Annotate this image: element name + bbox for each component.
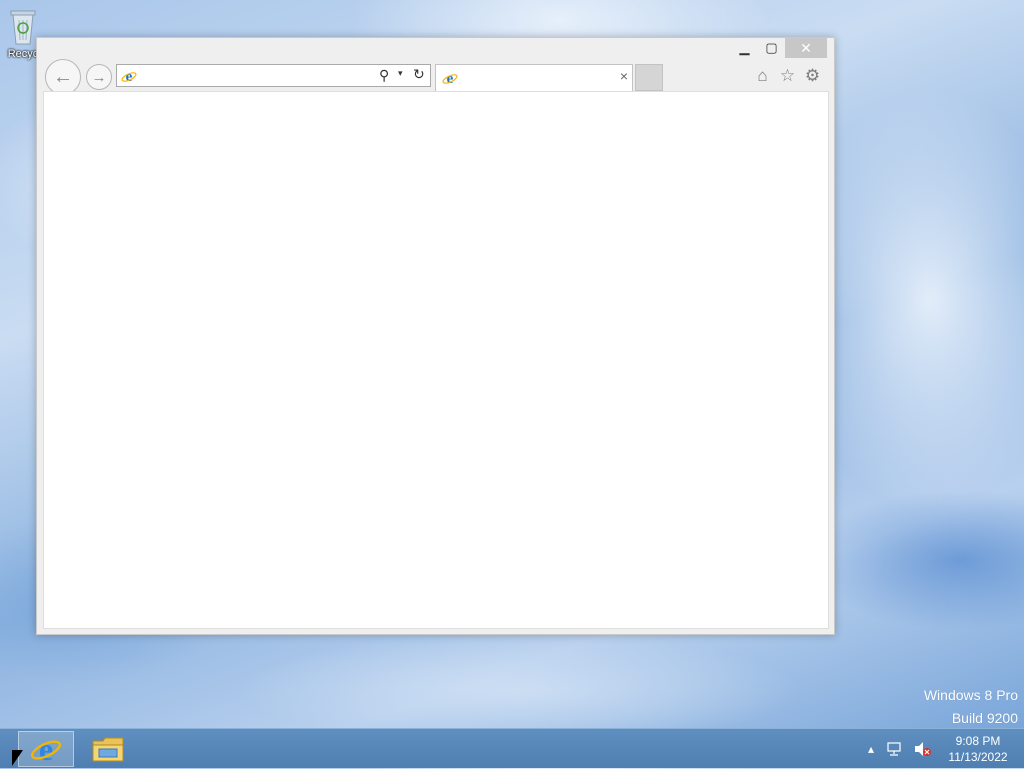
windows-watermark: Windows 8 Pro Build 9200: [924, 684, 1018, 730]
tab-favicon-icon: e: [442, 71, 458, 86]
minimize-button[interactable]: ▁: [731, 38, 758, 58]
refresh-icon[interactable]: ↻: [413, 66, 425, 83]
show-hidden-icons-button[interactable]: ▴: [868, 742, 874, 756]
watermark-edition: Windows 8 Pro: [923, 687, 1018, 703]
taskbar: e ▴ 9:08 PM 11/13/2022: [0, 728, 1024, 768]
page-content-area[interactable]: [43, 91, 829, 629]
address-input[interactable]: [141, 67, 361, 84]
settings-gear-icon[interactable]: ⚙: [803, 66, 822, 85]
maximize-button[interactable]: ▢: [758, 38, 785, 58]
clock-time: 9:08 PM: [955, 734, 1001, 748]
taskbar-clock[interactable]: 9:08 PM 11/13/2022: [938, 733, 1018, 765]
taskbar-internet-explorer[interactable]: e: [18, 731, 74, 767]
svg-text:e: e: [39, 733, 53, 765]
back-button[interactable]: ←: [45, 59, 81, 95]
file-explorer-icon: [92, 737, 124, 762]
favorites-icon[interactable]: ☆: [778, 66, 797, 85]
mouse-cursor: [12, 750, 23, 766]
internet-explorer-icon: e: [121, 69, 137, 84]
svg-text:e: e: [126, 69, 133, 84]
toolbar-icons: ⌂ ☆ ⚙: [753, 66, 822, 85]
internet-explorer-icon: e: [30, 733, 62, 765]
internet-explorer-window[interactable]: ▁ ▢ ✕ ← → e ⚲ ▾ ↻ e × ⌂ ☆ ⚙: [36, 37, 835, 635]
network-icon[interactable]: [886, 742, 902, 756]
watermark-build: Build 9200: [951, 710, 1018, 726]
taskbar-file-explorer[interactable]: [80, 731, 136, 767]
forward-button[interactable]: →: [86, 64, 112, 90]
system-tray: ▴ 9:08 PM 11/13/2022: [862, 729, 1024, 769]
volume-muted-icon[interactable]: [914, 741, 932, 757]
recycle-bin-icon: [8, 6, 38, 46]
address-dropdown-icon[interactable]: ▾: [398, 68, 403, 79]
window-caption-buttons: ▁ ▢ ✕: [731, 38, 827, 58]
tab-close-icon[interactable]: ×: [620, 68, 628, 84]
home-icon[interactable]: ⌂: [753, 66, 772, 85]
search-icon[interactable]: ⚲: [379, 67, 389, 84]
clock-date: 11/13/2022: [948, 750, 1008, 764]
address-bar[interactable]: e ⚲ ▾ ↻: [116, 64, 431, 87]
svg-text:e: e: [447, 71, 454, 86]
new-tab-button[interactable]: [635, 64, 663, 91]
close-button[interactable]: ✕: [785, 38, 827, 58]
browser-tab[interactable]: e ×: [435, 64, 633, 91]
